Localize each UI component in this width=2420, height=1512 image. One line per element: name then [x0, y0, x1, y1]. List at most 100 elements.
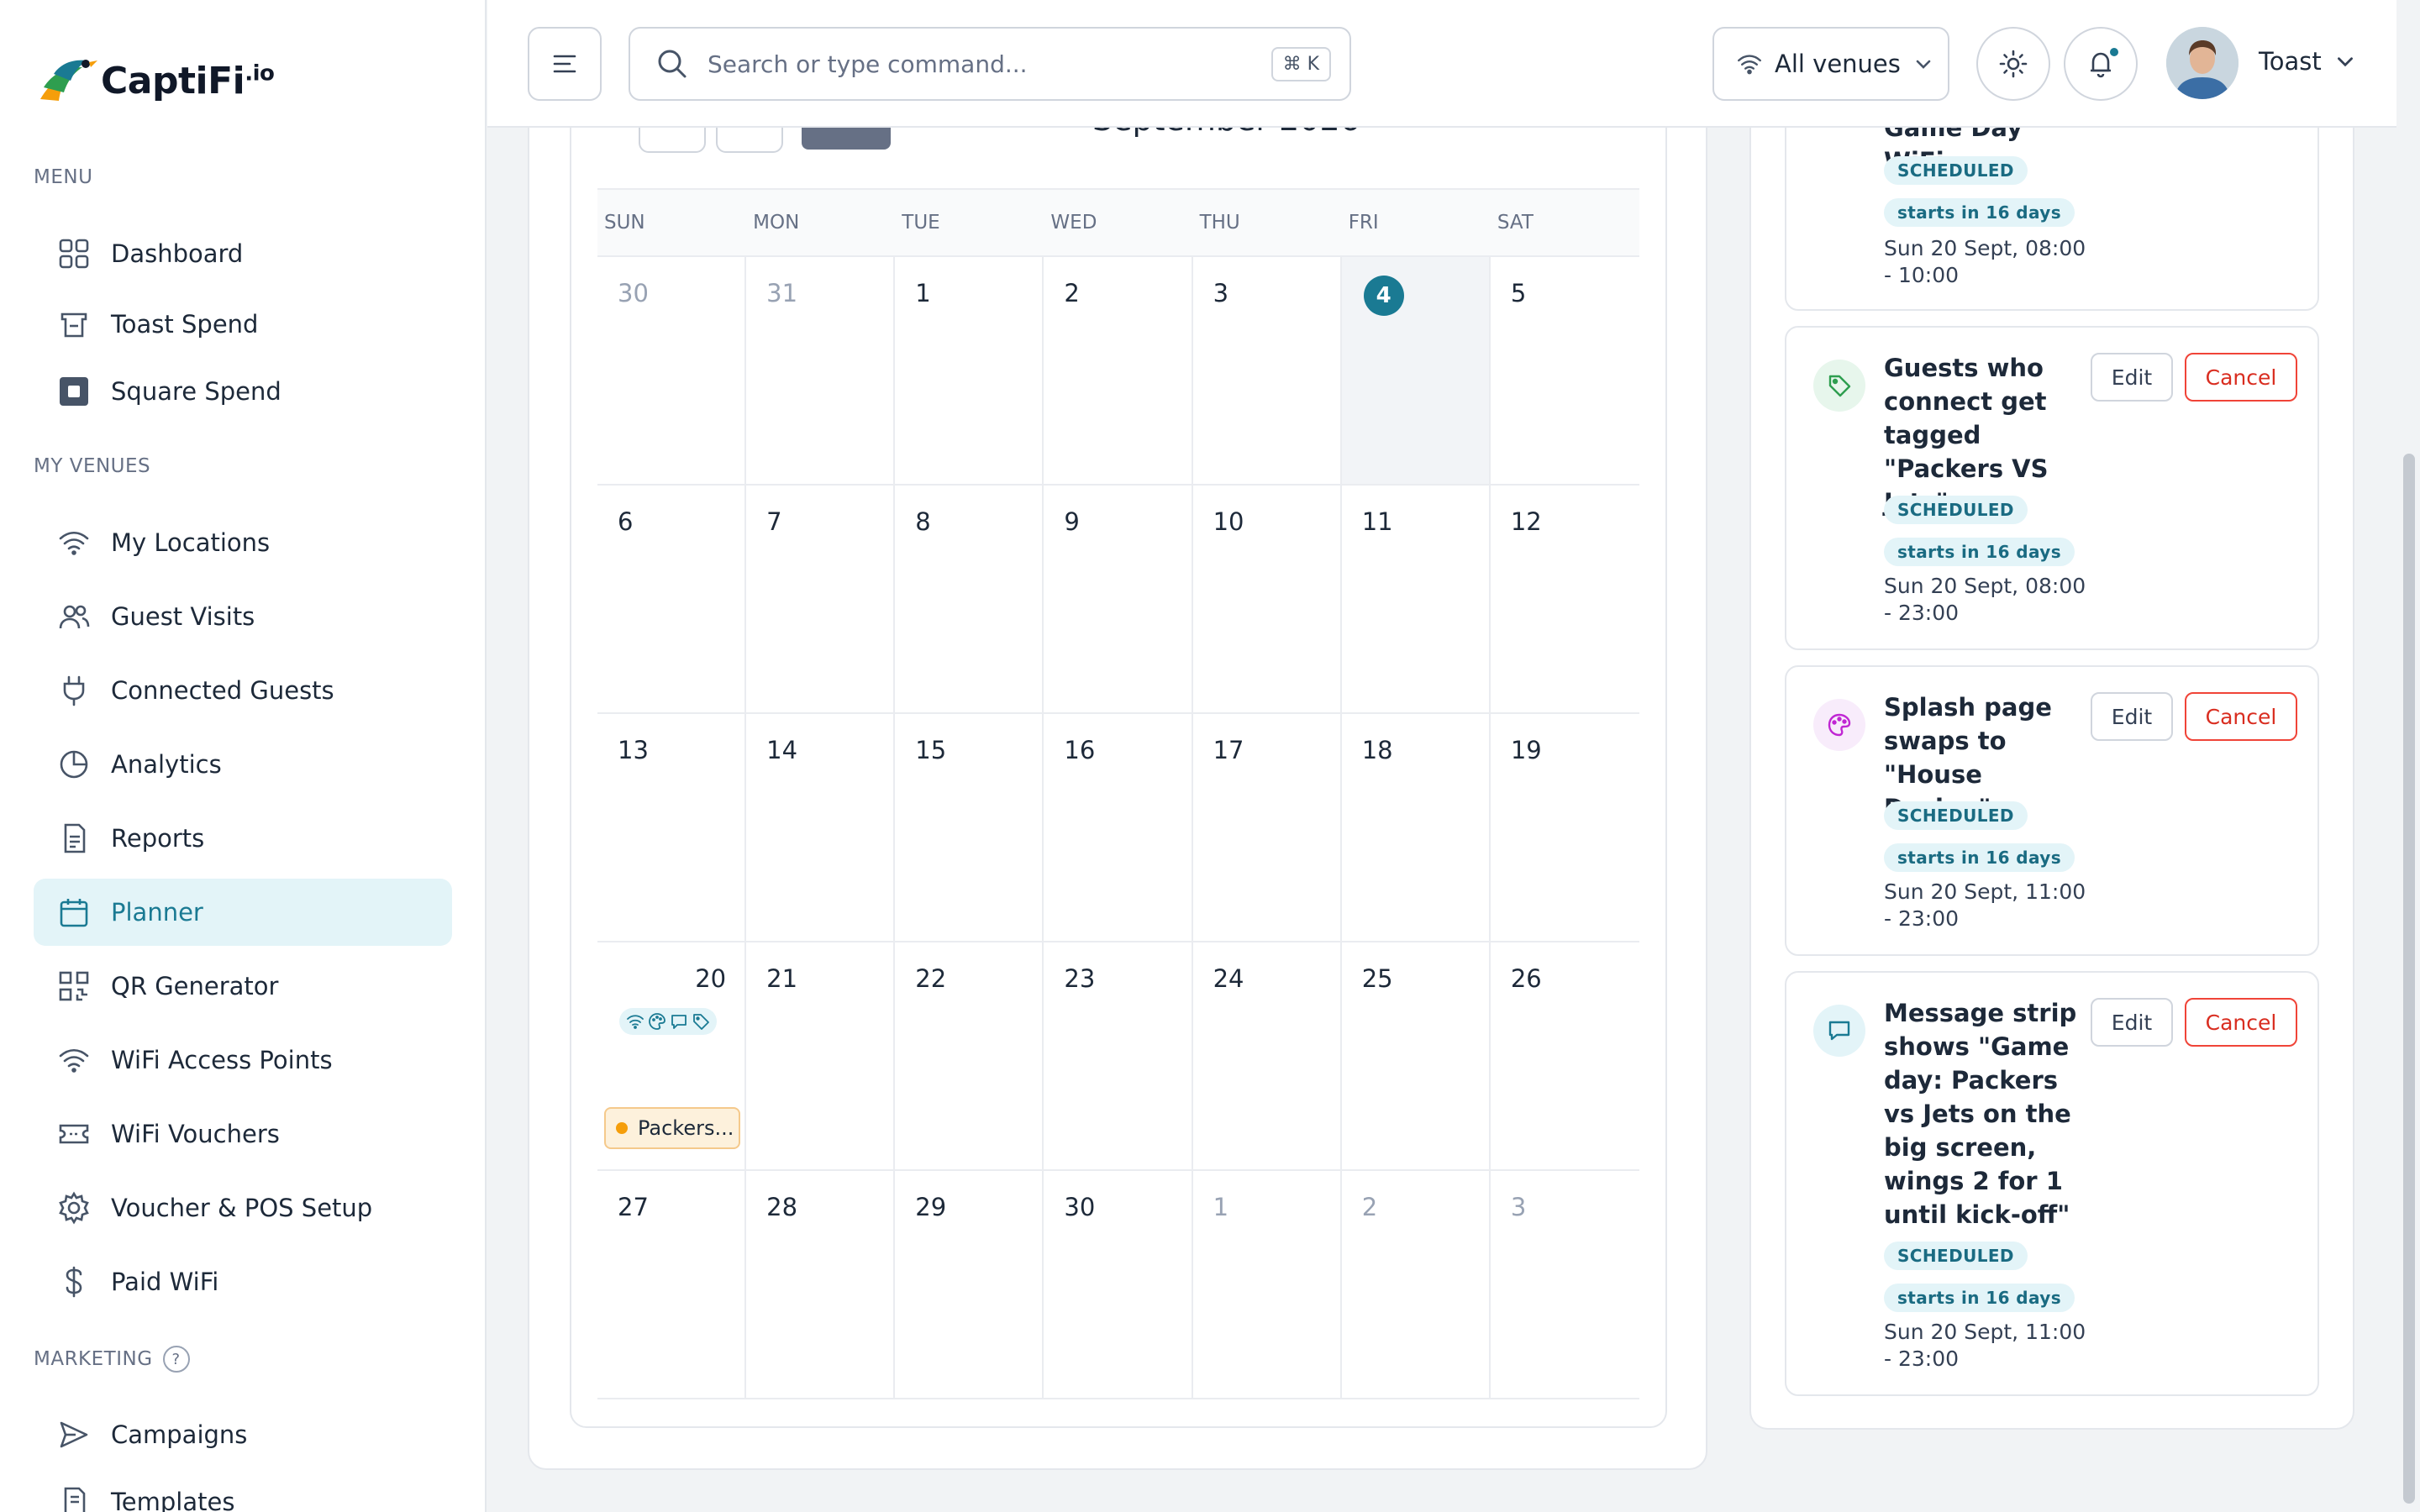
activity-date: Sun 20 Sept, 11:00 - 23:00 [1884, 879, 2086, 931]
day-number: 14 [766, 736, 798, 764]
calendar-day[interactable]: 24 [1192, 942, 1342, 1171]
sidebar-item-label: Reports [111, 824, 205, 853]
calendar-day[interactable]: 27 [597, 1171, 747, 1399]
sidebar-toggle-button[interactable] [528, 27, 602, 101]
calendar-day[interactable]: 30 [1044, 1171, 1193, 1399]
sidebar-item-planner[interactable]: Planner [34, 879, 452, 946]
activity-date: Sun 20 Sept, 08:00 - 23:00 [1884, 574, 2086, 625]
activity-date: Sun 20 Sept, 11:00 - 23:00 [1884, 1320, 2086, 1371]
sidebar-item-label: Dashboard [111, 239, 244, 268]
sidebar-item-paid-wifi[interactable]: Paid WiFi [34, 1248, 452, 1315]
calendar-day-today[interactable]: 4 [1341, 257, 1491, 486]
calendar-day[interactable]: 6 [597, 486, 747, 714]
sidebar-item-label: Voucher & POS Setup [111, 1194, 373, 1222]
calendar-day[interactable]: 12 [1490, 486, 1639, 714]
calendar-day[interactable]: 9 [1044, 486, 1193, 714]
sidebar-item-label: Templates [111, 1488, 235, 1512]
edit-button[interactable]: Edit [2091, 998, 2173, 1047]
calendar-day[interactable]: 11 [1341, 486, 1491, 714]
calendar-day[interactable]: 3 [1490, 1171, 1639, 1399]
calendar-day[interactable]: 23 [1044, 942, 1193, 1171]
sidebar-item-toast-spend[interactable]: Toast Spend [34, 291, 452, 358]
sidebar-item-wifi-vouchers[interactable]: WiFi Vouchers [34, 1100, 452, 1168]
page-scrollbar-thumb[interactable] [2403, 454, 2415, 1504]
calendar-day[interactable]: 7 [746, 486, 896, 714]
sidebar-item-wifi-access-points[interactable]: WiFi Access Points [34, 1026, 452, 1094]
sidebar-item-qr-generator[interactable]: QR Generator [34, 953, 452, 1020]
app-logo[interactable]: CaptiFi.io [35, 49, 275, 113]
template-icon [57, 1485, 91, 1512]
avatar[interactable] [2166, 27, 2238, 99]
calendar-day[interactable]: 17 [1192, 714, 1342, 942]
status-badge: SCHEDULED [1884, 1242, 2028, 1270]
calendar-day[interactable]: 16 [1044, 714, 1193, 942]
day-number: 17 [1213, 736, 1244, 764]
calendar-day[interactable]: 30 [597, 257, 747, 486]
calendar-day[interactable]: 2 [1044, 257, 1193, 486]
sidebar-item-campaigns[interactable]: Campaigns [34, 1401, 452, 1468]
edit-button[interactable]: Edit [2091, 692, 2173, 741]
theme-toggle-button[interactable] [1976, 27, 2050, 101]
calendar-day[interactable]: 29 [895, 1171, 1044, 1399]
sidebar-item-voucher-pos-setup[interactable]: Voucher & POS Setup [34, 1174, 452, 1242]
calendar-day[interactable]: 5 [1490, 257, 1639, 486]
day-number: 25 [1361, 964, 1393, 993]
calendar-day[interactable]: 26 [1490, 942, 1639, 1171]
calendar-day[interactable]: 10 [1192, 486, 1342, 714]
edit-button[interactable]: Edit [2091, 353, 2173, 402]
event-icons[interactable] [619, 1008, 717, 1035]
search-input[interactable]: Search or type command... ⌘ K [629, 27, 1351, 101]
sidebar-item-templates[interactable]: Templates [34, 1468, 452, 1512]
menu-icon [553, 55, 576, 73]
event-chip-label: Packers... [638, 1116, 734, 1140]
sidebar-item-square-spend[interactable]: Square Spend [34, 358, 452, 425]
calendar-day[interactable]: 31 [746, 257, 896, 486]
cancel-button[interactable]: Cancel [2185, 692, 2297, 741]
calendar-day[interactable]: 1 [1192, 1171, 1342, 1399]
calendar-day[interactable]: 3 [1192, 257, 1342, 486]
calendar-day[interactable]: 1 [895, 257, 1044, 486]
calendar-day[interactable]: 25 [1341, 942, 1491, 1171]
qr-icon [57, 969, 91, 1003]
sidebar-item-connected-guests[interactable]: Connected Guests [34, 657, 452, 724]
chevron-down-icon [1916, 60, 1931, 69]
calendar-day[interactable]: 15 [895, 714, 1044, 942]
day-number: 28 [766, 1193, 798, 1221]
day-number: 29 [915, 1193, 947, 1221]
notifications-button[interactable] [2064, 27, 2138, 101]
calendar-day[interactable]: 21 [746, 942, 896, 1171]
calendar-day[interactable]: 18 [1341, 714, 1491, 942]
cancel-button[interactable]: Cancel [2185, 998, 2297, 1047]
calendar-day[interactable]: 2 [1341, 1171, 1491, 1399]
calendar-day-with-events[interactable]: 20 Packers... [597, 942, 747, 1171]
activity-card: Guests who connect get tagged "Packers V… [1785, 326, 2319, 650]
sidebar-item-guest-visits[interactable]: Guest Visits [34, 583, 452, 650]
calendar-day[interactable]: 19 [1490, 714, 1639, 942]
sidebar-item-label: Guest Visits [111, 602, 255, 631]
day-number: 23 [1064, 964, 1096, 993]
help-icon[interactable]: ? [162, 1346, 190, 1373]
sidebar-item-dashboard[interactable]: Dashboard [34, 220, 452, 287]
calendar-day[interactable]: 28 [746, 1171, 896, 1399]
event-chip-packers[interactable]: Packers... [604, 1107, 740, 1149]
day-number: 2 [1064, 279, 1080, 307]
calendar-day[interactable]: 8 [895, 486, 1044, 714]
venue-select[interactable]: All venues [1712, 27, 1949, 101]
venues-section-label: MY VENUES [34, 455, 151, 477]
sidebar-item-analytics[interactable]: Analytics [34, 731, 452, 798]
calendar-day[interactable]: 22 [895, 942, 1044, 1171]
calendar-icon [57, 895, 91, 929]
day-number: 16 [1064, 736, 1096, 764]
square-icon [57, 375, 91, 408]
search-shortcut: ⌘ K [1270, 46, 1331, 81]
cancel-button[interactable]: Cancel [2185, 353, 2297, 402]
day-number: 13 [618, 736, 649, 764]
calendar-day[interactable]: 13 [597, 714, 747, 942]
day-number: 19 [1510, 736, 1542, 764]
calendar-day[interactable]: 14 [746, 714, 896, 942]
sidebar-item-my-locations[interactable]: My Locations [34, 509, 452, 576]
user-menu[interactable]: Toast [2259, 47, 2357, 76]
day-number: 21 [766, 964, 798, 993]
sidebar-item-reports[interactable]: Reports [34, 805, 452, 872]
palette-icon [649, 1013, 666, 1030]
